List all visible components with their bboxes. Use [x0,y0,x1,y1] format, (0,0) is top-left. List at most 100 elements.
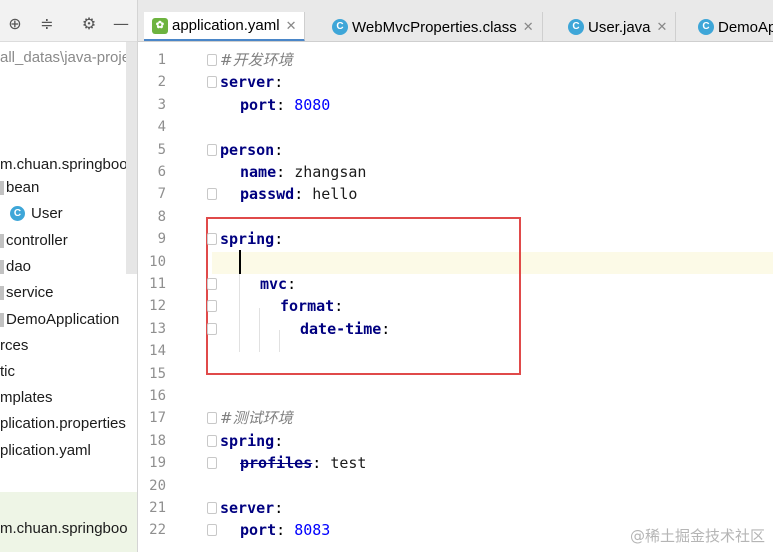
yaml-value: hello [312,185,358,204]
yaml-value: 8083 [294,521,331,540]
fold-marker-icon[interactable] [207,434,217,447]
fold-marker-icon[interactable] [207,143,217,156]
class-icon [0,313,4,328]
yaml-key: spring [220,431,275,450]
close-icon[interactable]: ✕ [657,19,668,35]
tree-item-templates[interactable]: mplates [0,386,53,410]
line-number: 17 [149,410,166,427]
yaml-separator: : [274,73,284,92]
collapse-icon[interactable]: ≑ [38,14,56,33]
fold-marker-icon[interactable] [207,54,217,66]
code-editor[interactable]: 1 2 3 4 5 6 7 8 9 10 11 12 13 14 15 16 17 18 19 20 21 22 #开发环… [138,42,773,552]
tree-item-controller[interactable]: controller [0,229,68,253]
fold-marker-icon[interactable] [207,233,217,246]
fold-marker-icon[interactable] [207,278,217,290]
class-icon: C [10,205,25,221]
yaml-separator: : [276,521,295,540]
code-line: server: [220,497,283,519]
project-panel-toolbar: ⊕ ≑ ⚙ — [0,0,137,42]
fold-marker-icon[interactable] [207,322,217,335]
fold-marker-icon[interactable] [207,524,217,537]
yaml-value: test [330,454,367,473]
yaml-comment: #测试环境 [220,409,293,428]
project-tree-panel: ⊕ ≑ ⚙ — all_datas\java-proje m.chuan.spr… [0,0,138,552]
line-number: 9 [157,231,166,248]
line-number: 20 [149,477,166,494]
tree-item-static[interactable]: tic [0,360,15,384]
yaml-separator: : [274,431,284,450]
tree-item-service[interactable]: service [0,281,54,305]
crosshair-icon[interactable]: ⊕ [6,14,24,33]
yaml-key: server [220,73,275,92]
tree-item-application-yaml[interactable]: plication.yaml [0,439,91,463]
line-number: 11 [149,276,166,292]
tree-item-bean[interactable]: bean [0,176,39,200]
tree-item-dao[interactable]: dao [0,255,31,279]
scrollbar[interactable] [126,42,137,274]
tree-item-user[interactable]: C User [10,202,63,226]
yaml-key: server [220,499,275,517]
tree-item-application-properties[interactable]: plication.properties [0,412,126,436]
tab-demoapplication[interactable]: C DemoAp [690,12,773,41]
code-line: person: [220,139,283,161]
line-number: 22 [149,522,166,539]
annotation-highlight-box [206,217,521,375]
fold-marker-icon[interactable] [207,188,217,201]
line-number: 4 [157,119,166,136]
tree-item-package[interactable]: m.chuan.springboo [0,153,128,177]
line-number: 12 [149,298,166,315]
minimize-icon[interactable]: — [112,14,130,33]
close-icon[interactable]: ✕ [286,18,297,34]
class-icon: C [698,19,714,35]
line-number: 10 [149,253,166,270]
line-number: 1 [157,52,166,68]
yaml-key: person [220,140,275,159]
code-line: #测试环境 [220,407,293,429]
folder-icon [0,286,4,301]
project-path: all_datas\java-proje [0,49,131,66]
line-number: 13 [149,320,166,337]
line-number: 16 [149,388,166,404]
line-number: 8 [157,208,166,225]
line-number-gutter: 1 2 3 4 5 6 7 8 9 10 11 12 13 14 15 16 17 18 19 20 21 22 [138,42,202,552]
code-line: profiles: test [240,452,366,474]
gear-icon[interactable]: ⚙ [80,14,98,33]
fold-marker-icon[interactable] [207,412,217,425]
yaml-separator: : [276,163,295,181]
close-icon[interactable]: ✕ [523,19,534,35]
folder-icon [0,234,4,249]
yaml-separator: : [274,140,284,159]
tab-user-java[interactable]: C User.java ✕ [560,12,677,41]
line-number: 15 [149,365,166,382]
code-line: port: 8083 [240,519,330,541]
editor-tab-bar: ✿ application.yaml ✕ C WebMvcProperties.… [138,0,773,42]
line-number: 6 [157,164,166,180]
yaml-key: port [240,95,277,114]
fold-marker-icon[interactable] [207,76,217,89]
tab-application-yaml[interactable]: ✿ application.yaml ✕ [144,12,306,41]
line-number: 5 [157,141,166,158]
yaml-value: 8080 [294,95,331,114]
tree-item-test-package[interactable]: m.chuan.springboo [0,517,128,541]
code-line: spring: [220,430,283,452]
fold-marker-icon[interactable] [207,502,217,514]
yaml-separator: : [312,454,331,473]
line-number: 14 [149,343,166,360]
line-number: 19 [149,455,166,472]
tree-item-resources[interactable]: rces [0,334,28,358]
class-icon: C [568,19,584,35]
line-number: 7 [157,186,166,203]
yaml-separator: : [276,95,295,114]
code-line: #开发环境 [220,49,293,71]
yaml-comment: #开发环境 [220,51,293,69]
fold-marker-icon[interactable] [207,457,217,470]
fold-marker-icon[interactable] [207,300,217,313]
line-number: 3 [157,96,166,113]
yaml-key: profiles [240,454,313,473]
code-line: passwd: hello [240,183,357,205]
tree-item-demoapplication[interactable]: DemoApplication [0,308,119,332]
code-line: port: 8080 [240,94,330,116]
yaml-key: port [240,521,277,540]
tab-webmvcproperties[interactable]: C WebMvcProperties.class ✕ [324,12,543,41]
yaml-key: passwd [240,185,295,204]
